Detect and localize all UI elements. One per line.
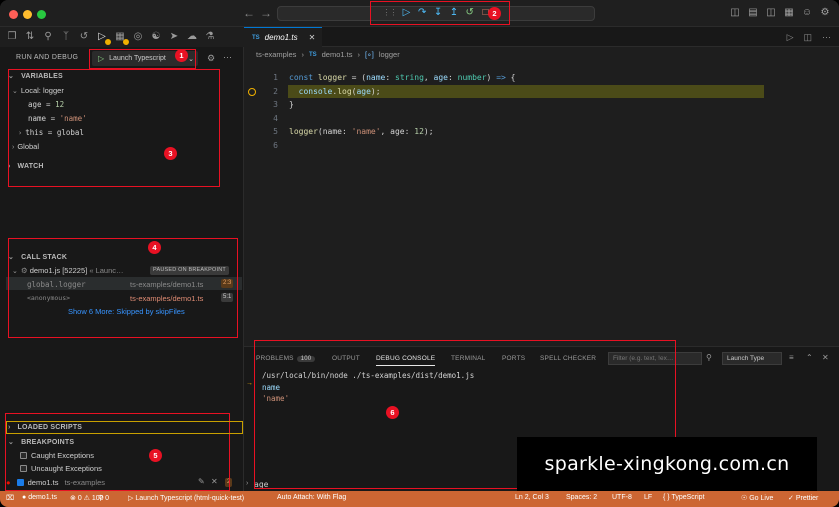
docker-icon[interactable]: ☁ (186, 30, 198, 42)
remote-indicator-icon[interactable]: ⌧ (6, 494, 14, 502)
code-line-3: } (289, 100, 294, 109)
editor-actions: ▷ ◫ ⋯ (787, 32, 831, 43)
breadcrumb-symbol[interactable]: logger (379, 50, 400, 59)
code-line-1: const logger = (name: string, age: numbe… (289, 73, 516, 82)
tab-demo1-ts[interactable]: TS demo1.ts ✕ (244, 27, 322, 47)
go-live-button[interactable]: ☉ Go Live (741, 494, 773, 502)
symbol-variable-icon: [∘] (364, 50, 374, 59)
run-debug-title: RUN AND DEBUG (16, 54, 79, 61)
vscode-window: ← → ⋮⋮ ▷ ↷ ↧ ↥ ↺ □ ◫ ▤ ◫ ▦ ☺ ⚙ ❐ ⇅ ⚲ ᛉ ↺… (0, 0, 839, 507)
maximize-panel-icon[interactable]: ⌃ (806, 353, 813, 362)
run-debug-icon[interactable]: ▷ (96, 30, 111, 45)
code-editor[interactable]: 1 2 3 4 5 6 const logger = (name: string… (244, 60, 839, 345)
status-errors: 0 (77, 495, 82, 502)
code-line-2: console.log(age); (298, 87, 381, 96)
source-control-icon[interactable]: ᛉ (60, 30, 72, 42)
ports-indicator[interactable]: ⚲ 0 (98, 494, 109, 502)
close-panel-icon[interactable]: ✕ (822, 353, 829, 362)
prettier-indicator[interactable]: ✓ Prettier (788, 494, 818, 502)
testing-icon[interactable]: ⚗ (204, 30, 216, 42)
annotation-box-3 (8, 69, 220, 187)
console-arrow-icon: → (246, 380, 253, 387)
breakpoint-current-icon[interactable] (248, 88, 256, 96)
clear-console-icon[interactable]: ≡ (789, 353, 794, 362)
toggle-panel-icon[interactable]: ▤ (747, 6, 759, 18)
repl-prompt-icon: › (246, 480, 249, 487)
launch-indicator[interactable]: ▷ Launch Typescript (html-quick-test) (128, 494, 244, 502)
run-file-icon[interactable]: ▷ (787, 32, 794, 43)
breadcrumb: ts-examples › TS demo1.ts › [∘] logger (256, 50, 400, 59)
status-language: TypeScript (671, 494, 705, 501)
editor-tab-strip: TS demo1.ts ✕ ▷ ◫ ⋯ (244, 27, 839, 47)
watermark-text: sparkle-xingkong.com.cn (544, 453, 790, 475)
status-bar: ⌧ ● demo1.ts ⊗ 0 ⚠ 100 ⚲ 0 ▷ Launch Type… (0, 491, 839, 507)
search-icon[interactable]: ⇅ (24, 30, 36, 42)
remote-icon[interactable]: ◎ (132, 30, 144, 42)
language-mode[interactable]: { } TypeScript (663, 494, 705, 501)
launch-config-select[interactable]: Launch Type (722, 352, 782, 365)
typescript-file-icon: TS (308, 51, 317, 58)
line-number: 3 (273, 100, 278, 109)
tab-label: demo1.ts (264, 33, 298, 42)
annotation-number-5: 5 (149, 449, 162, 462)
annotation-box-4 (8, 238, 238, 338)
status-file: demo1.ts (28, 494, 57, 501)
status-golive: Go Live (749, 495, 774, 502)
minimize-window-button[interactable] (23, 10, 32, 19)
annotation-number-1: 1 (175, 49, 188, 62)
settings-gear-icon[interactable]: ⚙ (819, 6, 831, 18)
debug-file-indicator[interactable]: ● demo1.ts (22, 494, 57, 501)
open-launch-json-icon[interactable]: ⚙ (207, 53, 215, 64)
layout-controls: ◫ ▤ ◫ ▦ ☺ ⚙ (729, 6, 831, 18)
annotation-number-2: 2 (488, 7, 501, 20)
more-actions-icon[interactable]: ⋯ (223, 52, 232, 63)
live-share-icon[interactable]: ➤ (168, 30, 180, 42)
explorer-icon[interactable]: ❐ (6, 30, 18, 42)
close-window-button[interactable] (9, 10, 18, 19)
status-ports: 0 (105, 495, 109, 502)
loaded-scripts-highlight (6, 421, 243, 434)
customize-layout-icon[interactable]: ▦ (783, 6, 795, 18)
line-number: 5 (273, 127, 278, 136)
timeline-icon[interactable]: ↺ (78, 30, 90, 42)
forward-arrow-icon[interactable]: → (260, 6, 272, 20)
end-of-line[interactable]: LF (644, 494, 652, 501)
toggle-secondary-sidebar-icon[interactable]: ◫ (765, 6, 777, 18)
watermark: sparkle-xingkong.com.cn (517, 437, 817, 491)
line-number: 4 (273, 114, 278, 123)
account-icon[interactable]: ☺ (801, 6, 813, 18)
breadcrumb-file[interactable]: demo1.ts (322, 50, 353, 59)
breadcrumb-separator-icon: › (301, 50, 304, 59)
filter-icon[interactable]: ⚲ (706, 353, 712, 362)
status-launch: Launch Typescript (html-quick-test) (135, 495, 245, 502)
line-number: 6 (273, 141, 278, 150)
maximize-window-button[interactable] (37, 10, 46, 19)
cursor-position[interactable]: Ln 2, Col 3 (515, 494, 549, 501)
auto-attach-indicator[interactable]: Auto Attach: With Flag (277, 494, 346, 501)
line-number: 1 (273, 73, 278, 82)
find-icon[interactable]: ⚲ (42, 30, 54, 42)
typescript-file-icon: TS (252, 34, 260, 41)
toggle-sidebar-icon[interactable]: ◫ (729, 6, 741, 18)
view-switcher: ❐ ⇅ ⚲ ᛉ ↺ ▷ ▦ ◎ ☯ ➤ ☁ ⚗ (6, 30, 216, 45)
split-editor-icon[interactable]: ◫ (803, 32, 812, 43)
extensions-icon[interactable]: ▦ (114, 30, 129, 45)
line-number: 2 (273, 87, 278, 96)
breadcrumb-folder[interactable]: ts-examples (256, 50, 296, 59)
code-line-5: logger(name: 'name', age: 12); (289, 127, 434, 136)
git-graph-icon[interactable]: ☯ (150, 30, 162, 42)
back-arrow-icon[interactable]: ← (243, 6, 255, 20)
close-tab-icon[interactable]: ✕ (309, 33, 316, 42)
annotation-number-6: 6 (386, 406, 399, 419)
more-actions-icon[interactable]: ⋯ (822, 32, 831, 43)
encoding[interactable]: UTF-8 (612, 494, 632, 501)
status-prettier: Prettier (795, 495, 819, 502)
breadcrumb-separator-icon: › (357, 50, 360, 59)
annotation-number-4: 4 (148, 241, 161, 254)
annotation-number-3: 3 (164, 147, 177, 160)
indentation[interactable]: Spaces: 2 (566, 494, 597, 501)
